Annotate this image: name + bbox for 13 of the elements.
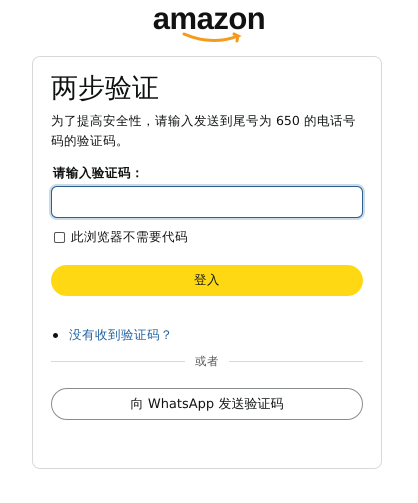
help-link[interactable]: 没有收到验证码？ [69, 326, 173, 344]
divider-text: 或者 [195, 353, 219, 369]
bullet-icon [53, 332, 58, 338]
description-text: 为了提高安全性，请输入发送到尾号为 650 的电话号码的验证码。 [51, 112, 357, 150]
whatsapp-button[interactable]: 向 WhatsApp 发送验证码 [51, 388, 363, 420]
sign-in-button[interactable]: 登入 [51, 265, 363, 296]
code-input-field[interactable] [51, 186, 363, 218]
code-label: 请输入验证码： [52, 164, 145, 182]
smile-arrow-icon [182, 32, 244, 44]
card-title: 两步验证 [51, 72, 160, 106]
remember-checkbox[interactable] [54, 232, 65, 242]
remember-label[interactable]: 此浏览器不需要代码 [71, 229, 188, 245]
logo-text: amazon [152, 4, 266, 34]
